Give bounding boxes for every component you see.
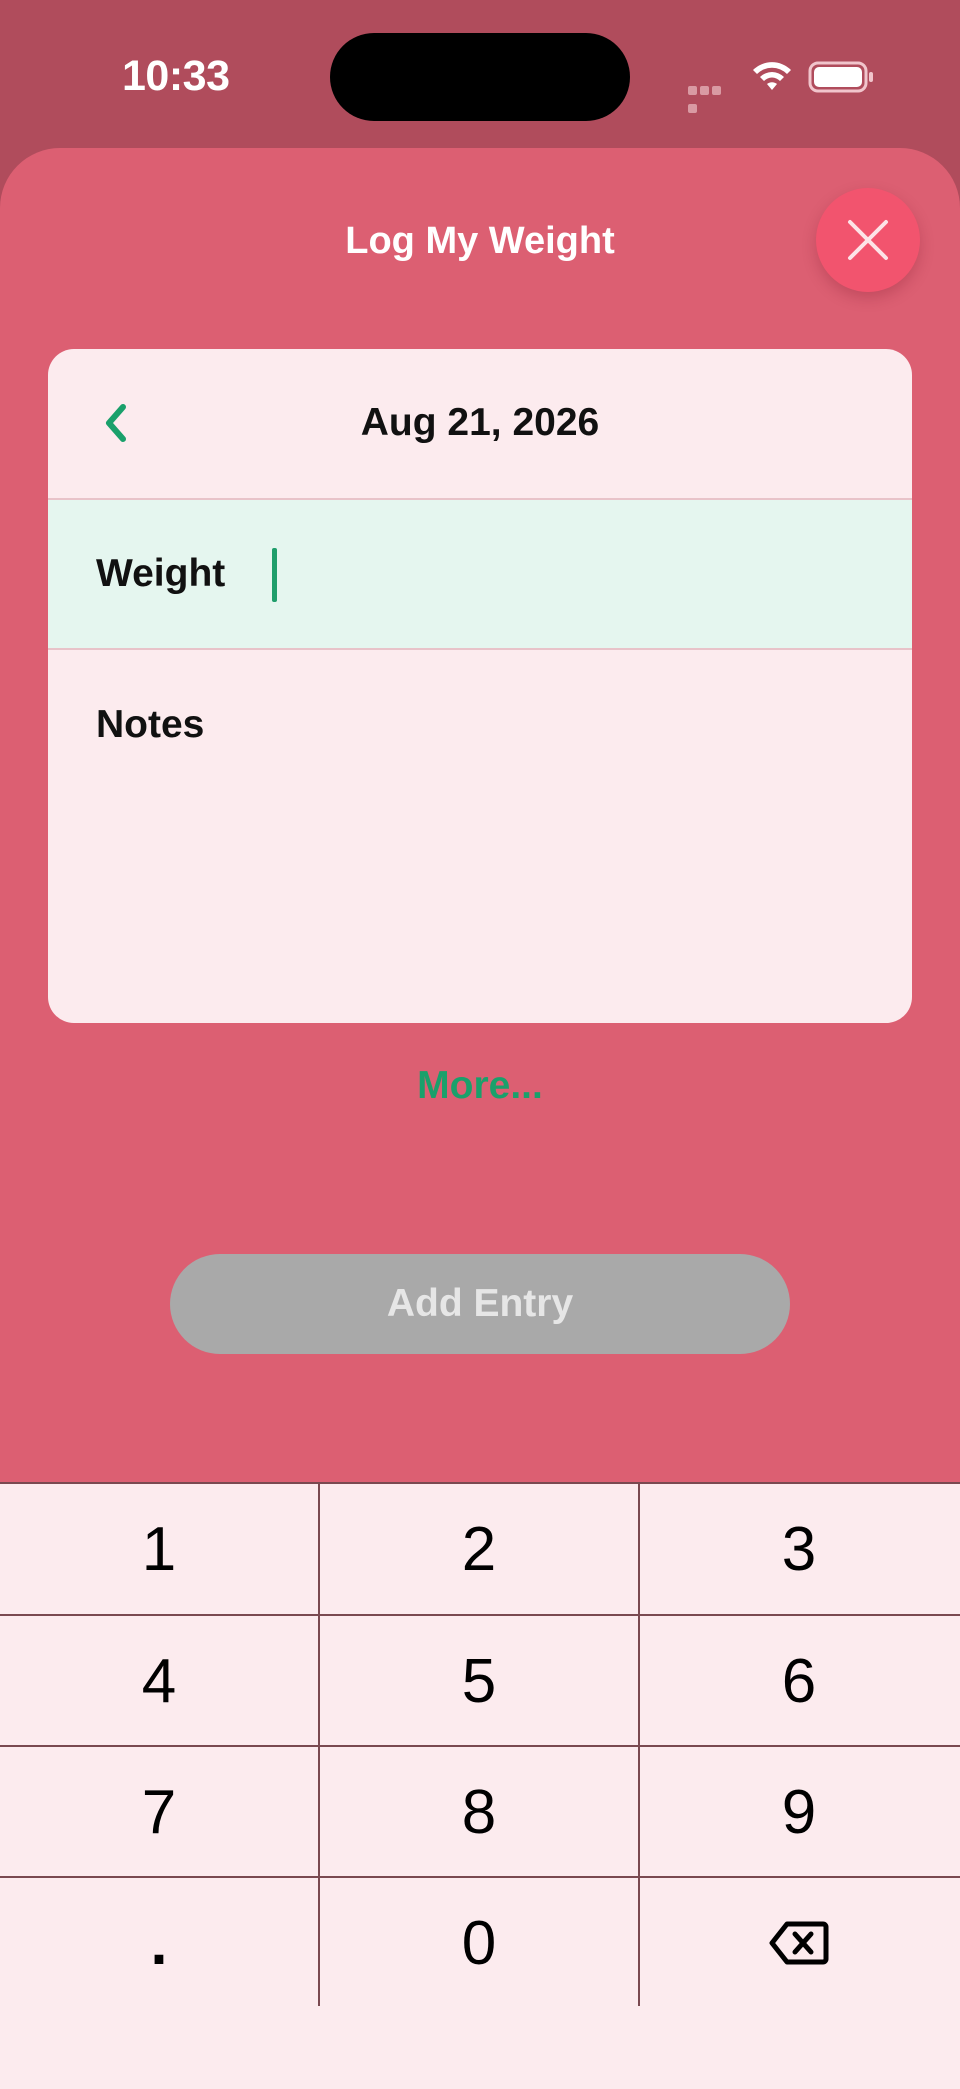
date-row: Aug 21, 2026: [48, 349, 912, 500]
key-4[interactable]: 4: [0, 1616, 318, 1746]
backspace-icon: [769, 1921, 829, 1965]
status-time: 10:33: [122, 52, 230, 100]
entry-date[interactable]: Aug 21, 2026: [48, 401, 912, 445]
previous-day-button[interactable]: [98, 401, 134, 445]
key-0[interactable]: 0: [320, 1878, 638, 2008]
key-1[interactable]: 1: [0, 1484, 318, 1614]
close-button[interactable]: [816, 188, 920, 292]
key-2[interactable]: 2: [320, 1484, 638, 1614]
status-bar: 10:33: [0, 0, 960, 150]
key-3[interactable]: 3: [640, 1484, 958, 1614]
key-9[interactable]: 9: [640, 1747, 958, 1877]
notes-field[interactable]: Notes: [96, 703, 204, 747]
text-cursor: [272, 548, 277, 602]
key-8[interactable]: 8: [320, 1747, 638, 1877]
wifi-icon: [750, 58, 794, 94]
weight-label: Weight: [96, 552, 226, 595]
backspace-key[interactable]: [640, 1878, 958, 2008]
cellular-signal-icon: [688, 82, 734, 113]
key-6[interactable]: 6: [640, 1616, 958, 1746]
close-icon: [848, 220, 888, 260]
entry-card: Aug 21, 2026 Weight Notes: [48, 349, 912, 1023]
key-decimal[interactable]: .: [0, 1878, 318, 2008]
key-7[interactable]: 7: [0, 1747, 318, 1877]
add-entry-button[interactable]: Add Entry: [170, 1254, 790, 1354]
battery-icon: [808, 60, 876, 96]
more-options-link[interactable]: More...: [0, 1064, 960, 1108]
dynamic-island: [330, 33, 630, 121]
number-keypad: 1 2 3 4 5 6 7 8 9 . 0: [0, 1482, 960, 2089]
key-5[interactable]: 5: [320, 1616, 638, 1746]
chevron-left-icon: [106, 404, 126, 442]
weight-field[interactable]: Weight: [48, 500, 912, 650]
